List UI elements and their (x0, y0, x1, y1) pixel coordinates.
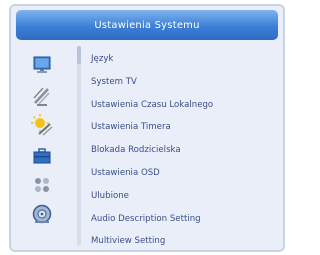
monitor-icon[interactable] (21, 52, 63, 78)
menu-item-language[interactable]: Język (91, 48, 277, 71)
cd-player-icon[interactable] (21, 201, 63, 227)
menu-item-multiview[interactable]: Multiview Setting (91, 230, 277, 250)
sun-satellite-icon[interactable] (21, 112, 63, 138)
menu-item-favorites[interactable]: Ulubione (91, 185, 277, 208)
settings-dots-icon[interactable] (21, 172, 63, 198)
settings-menu-list: Język System TV Ustawienia Czasu Lokalne… (91, 48, 277, 250)
menu-item-timer-settings[interactable]: Ustawienia Timera (91, 116, 277, 139)
menu-item-audio-description[interactable]: Audio Description Setting (91, 208, 277, 231)
scrollbar-thumb[interactable] (77, 46, 81, 64)
menu-item-osd-settings[interactable]: Ustawienia OSD (91, 162, 277, 185)
system-settings-panel: Ustawienia Systemu Język System TV Ustaw… (9, 4, 285, 252)
toolbox-icon[interactable] (21, 143, 63, 169)
satellite-dish-icon[interactable] (21, 83, 63, 109)
scrollbar[interactable] (77, 46, 81, 246)
title-bar: Ustawienia Systemu (16, 10, 278, 40)
menu-item-local-time-settings[interactable]: Ustawienia Czasu Lokalnego (91, 94, 277, 117)
page-title: Ustawienia Systemu (94, 19, 200, 31)
menu-item-parental-lock[interactable]: Blokada Rodzicielska (91, 139, 277, 162)
menu-item-tv-system[interactable]: System TV (91, 71, 277, 94)
